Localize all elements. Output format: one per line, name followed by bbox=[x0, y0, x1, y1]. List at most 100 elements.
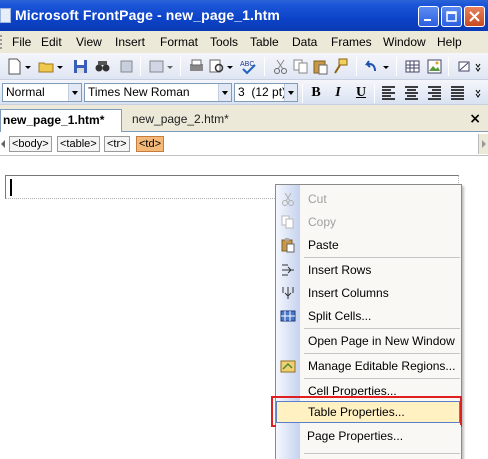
align-left-icon[interactable] bbox=[380, 84, 397, 101]
font-size-combo[interactable]: 3 (12 pt) bbox=[234, 83, 298, 102]
folder-list-dropdown-icon[interactable] bbox=[166, 58, 174, 75]
align-center-icon[interactable] bbox=[403, 84, 420, 101]
menu-edit[interactable]: Edit bbox=[41, 35, 62, 49]
menu-table[interactable]: Table bbox=[250, 35, 279, 49]
drawing-icon[interactable] bbox=[456, 58, 473, 75]
standard-toolbar: ABC bbox=[0, 53, 488, 80]
menu-separator bbox=[304, 453, 460, 454]
toolbar-options-icon[interactable] bbox=[474, 58, 482, 75]
bold-button[interactable]: B bbox=[307, 84, 325, 101]
menu-item-label: Open Page in New Window bbox=[308, 334, 455, 348]
menu-insert[interactable]: Insert bbox=[115, 35, 145, 49]
menu-item-cut[interactable]: Cut bbox=[276, 188, 461, 210]
menu-window[interactable]: Window bbox=[383, 35, 426, 49]
menu-bar-grip[interactable] bbox=[0, 35, 4, 49]
chevron-down-icon[interactable] bbox=[68, 84, 81, 101]
open-folder-icon[interactable] bbox=[38, 58, 55, 75]
tagbar-scroll-left-icon[interactable] bbox=[0, 138, 6, 150]
tagbar-scroll-right[interactable] bbox=[478, 134, 488, 154]
editable-regions-icon bbox=[280, 360, 296, 373]
search-icon[interactable] bbox=[94, 58, 111, 75]
folder-list-icon[interactable] bbox=[148, 58, 165, 75]
format-painter-icon[interactable] bbox=[332, 58, 349, 75]
paste-icon bbox=[281, 238, 295, 253]
quick-tag-selector: <body> <table> <tr> <td> bbox=[0, 132, 488, 156]
close-icon bbox=[469, 11, 480, 22]
style-value: Normal bbox=[6, 85, 45, 99]
frontpage-app-icon[interactable] bbox=[0, 8, 11, 23]
font-value: Times New Roman bbox=[88, 85, 190, 99]
menu-bar: File Edit View Insert Format Tools Table… bbox=[0, 31, 488, 53]
menu-file[interactable]: File bbox=[12, 35, 31, 49]
menu-view[interactable]: View bbox=[76, 35, 102, 49]
justify-icon[interactable] bbox=[449, 84, 466, 101]
spelling-icon[interactable]: ABC bbox=[240, 58, 257, 75]
title-bar: Microsoft FrontPage - new_page_1.htm bbox=[0, 0, 488, 31]
new-dropdown-icon[interactable] bbox=[24, 58, 32, 75]
preview-dropdown-icon[interactable] bbox=[226, 58, 234, 75]
menu-item-copy[interactable]: Copy bbox=[276, 211, 461, 233]
menu-data[interactable]: Data bbox=[292, 35, 317, 49]
save-icon[interactable] bbox=[72, 58, 89, 75]
menu-format[interactable]: Format bbox=[160, 35, 198, 49]
menu-item-label: Insert Rows bbox=[308, 263, 372, 277]
close-button[interactable] bbox=[464, 6, 485, 27]
preview-icon[interactable] bbox=[208, 58, 225, 75]
menu-item-cell-properties[interactable]: Cell Properties... bbox=[276, 380, 461, 402]
publish-icon[interactable] bbox=[118, 58, 135, 75]
tag-tr[interactable]: <tr> bbox=[104, 136, 130, 152]
minimize-button[interactable] bbox=[418, 6, 439, 27]
text-caret bbox=[10, 179, 12, 196]
tag-td[interactable]: <td> bbox=[136, 136, 165, 152]
paste-icon[interactable] bbox=[312, 58, 329, 75]
menu-help[interactable]: Help bbox=[437, 35, 462, 49]
menu-item-paste[interactable]: Paste bbox=[276, 234, 461, 256]
menu-frames[interactable]: Frames bbox=[331, 35, 372, 49]
document-tab-row: new_page_2.htm* new_page_1.htm* × bbox=[0, 105, 488, 132]
menu-separator bbox=[304, 328, 460, 329]
toolbar-separator bbox=[448, 57, 449, 76]
split-cells-icon bbox=[280, 310, 296, 322]
menu-item-label: Insert Columns bbox=[308, 286, 389, 300]
menu-item-table-properties[interactable]: Table Properties... bbox=[276, 401, 460, 423]
menu-separator bbox=[304, 353, 460, 354]
font-combo[interactable]: Times New Roman bbox=[84, 83, 232, 102]
chevron-down-icon[interactable] bbox=[284, 84, 297, 101]
maximize-button[interactable] bbox=[441, 6, 462, 27]
tab-label: new_page_2.htm* bbox=[132, 112, 229, 126]
underline-button[interactable]: U bbox=[352, 84, 370, 101]
chevron-down-icon[interactable] bbox=[218, 84, 231, 101]
tag-body[interactable]: <body> bbox=[9, 136, 52, 152]
menu-item-open-page-new-window[interactable]: Open Page in New Window bbox=[276, 330, 461, 352]
toolbar-separator bbox=[140, 57, 141, 76]
tab-new-page-2[interactable]: new_page_2.htm* bbox=[119, 109, 241, 132]
menu-item-split-cells[interactable]: Split Cells... bbox=[276, 305, 461, 327]
align-right-icon[interactable] bbox=[426, 84, 443, 101]
menu-item-insert-columns[interactable]: Insert Columns bbox=[276, 282, 461, 304]
new-page-icon[interactable] bbox=[6, 58, 23, 75]
font-size-value: 3 (12 pt) bbox=[238, 85, 287, 99]
copy-icon[interactable] bbox=[292, 58, 309, 75]
undo-icon[interactable] bbox=[362, 58, 379, 75]
context-menu-lower: Page Properties... bbox=[276, 425, 461, 459]
undo-dropdown-icon[interactable] bbox=[382, 58, 390, 75]
toolbar-options-icon[interactable] bbox=[474, 84, 482, 101]
italic-button[interactable]: I bbox=[329, 84, 347, 101]
menu-item-insert-rows[interactable]: Insert Rows bbox=[276, 259, 461, 281]
insert-table-icon[interactable] bbox=[404, 58, 421, 75]
print-icon[interactable] bbox=[188, 58, 205, 75]
insert-columns-icon bbox=[282, 287, 294, 299]
tag-table[interactable]: <table> bbox=[57, 136, 100, 152]
menu-item-label: Table Properties... bbox=[308, 405, 405, 419]
menu-item-page-properties[interactable]: Page Properties... bbox=[276, 425, 461, 447]
close-document-icon[interactable]: × bbox=[469, 111, 481, 127]
menu-item-manage-editable-regions[interactable]: Manage Editable Regions... bbox=[276, 355, 461, 377]
style-combo[interactable]: Normal bbox=[2, 83, 82, 102]
menu-tools[interactable]: Tools bbox=[210, 35, 238, 49]
cut-icon[interactable] bbox=[272, 58, 289, 75]
menu-item-label: Copy bbox=[308, 215, 337, 229]
insert-picture-icon[interactable] bbox=[426, 58, 443, 75]
copy-icon bbox=[281, 215, 294, 229]
open-dropdown-icon[interactable] bbox=[56, 58, 64, 75]
tab-new-page-1[interactable]: new_page_1.htm* bbox=[0, 109, 122, 132]
